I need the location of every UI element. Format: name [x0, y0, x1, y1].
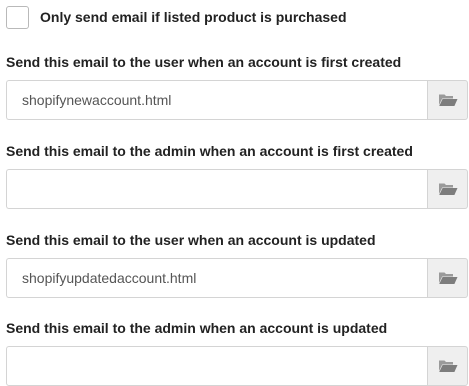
purchase-condition-checkbox[interactable]	[6, 5, 29, 29]
new-account-admin-email-label: Send this email to the admin when an acc…	[6, 143, 413, 159]
new-account-user-email-input[interactable]	[6, 80, 427, 120]
updated-account-user-email-field	[6, 258, 468, 298]
purchase-condition-row: Only send email if listed product is pur…	[6, 5, 347, 29]
folder-open-icon	[438, 272, 457, 284]
new-account-user-email-label: Send this email to the user when an acco…	[6, 54, 402, 70]
purchase-condition-label: Only send email if listed product is pur…	[40, 9, 347, 25]
new-account-admin-email-input[interactable]	[6, 169, 427, 209]
new-account-user-email-field	[6, 80, 468, 120]
updated-account-user-email-label: Send this email to the user when an acco…	[6, 232, 376, 248]
updated-account-user-email-browse-button[interactable]	[427, 258, 468, 298]
updated-account-admin-email-browse-button[interactable]	[427, 346, 468, 386]
updated-account-user-email-input[interactable]	[6, 258, 427, 298]
new-account-user-email-browse-button[interactable]	[427, 80, 468, 120]
folder-open-icon	[438, 183, 457, 195]
folder-open-icon	[438, 360, 457, 372]
updated-account-admin-email-field	[6, 346, 468, 386]
updated-account-admin-email-label: Send this email to the admin when an acc…	[6, 320, 388, 336]
new-account-admin-email-browse-button[interactable]	[427, 169, 468, 209]
folder-open-icon	[438, 94, 457, 106]
updated-account-admin-email-input[interactable]	[6, 346, 427, 386]
new-account-admin-email-field	[6, 169, 468, 209]
